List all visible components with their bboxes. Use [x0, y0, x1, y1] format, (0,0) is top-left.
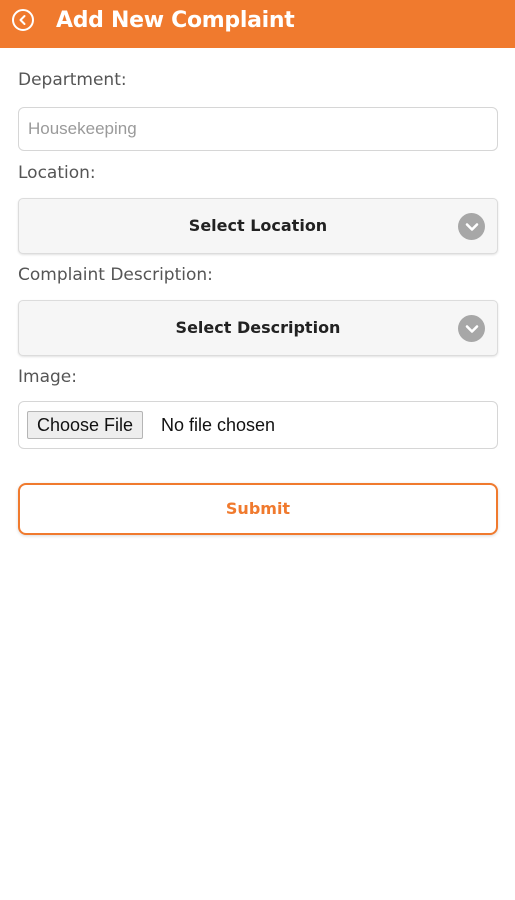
app-header: Add New Complaint [0, 0, 515, 48]
description-select-value: Select Description [175, 318, 341, 337]
choose-file-button[interactable]: Choose File [27, 411, 144, 439]
back-arrow-circle-icon [19, 15, 26, 25]
submit-button[interactable]: Submit [18, 483, 498, 535]
department-field[interactable] [18, 107, 498, 151]
location-select-value: Select Location [188, 216, 328, 235]
page-title: Add New Complaint [56, 8, 295, 33]
file-status-text: No file chosen [161, 415, 276, 435]
image-label: Image: [18, 367, 77, 387]
department-label: Department: [18, 70, 127, 90]
location-select[interactable]: Select Location [18, 198, 498, 254]
back-button[interactable] [12, 9, 34, 31]
location-label: Location: [18, 163, 96, 183]
image-file-input: Choose File No file chosen [18, 401, 498, 449]
chevron-down-icon [458, 213, 485, 240]
chevron-down-icon [458, 315, 485, 342]
submit-label: Submit [225, 499, 291, 518]
description-label: Complaint Description: [18, 265, 213, 285]
description-select[interactable]: Select Description [18, 300, 498, 356]
